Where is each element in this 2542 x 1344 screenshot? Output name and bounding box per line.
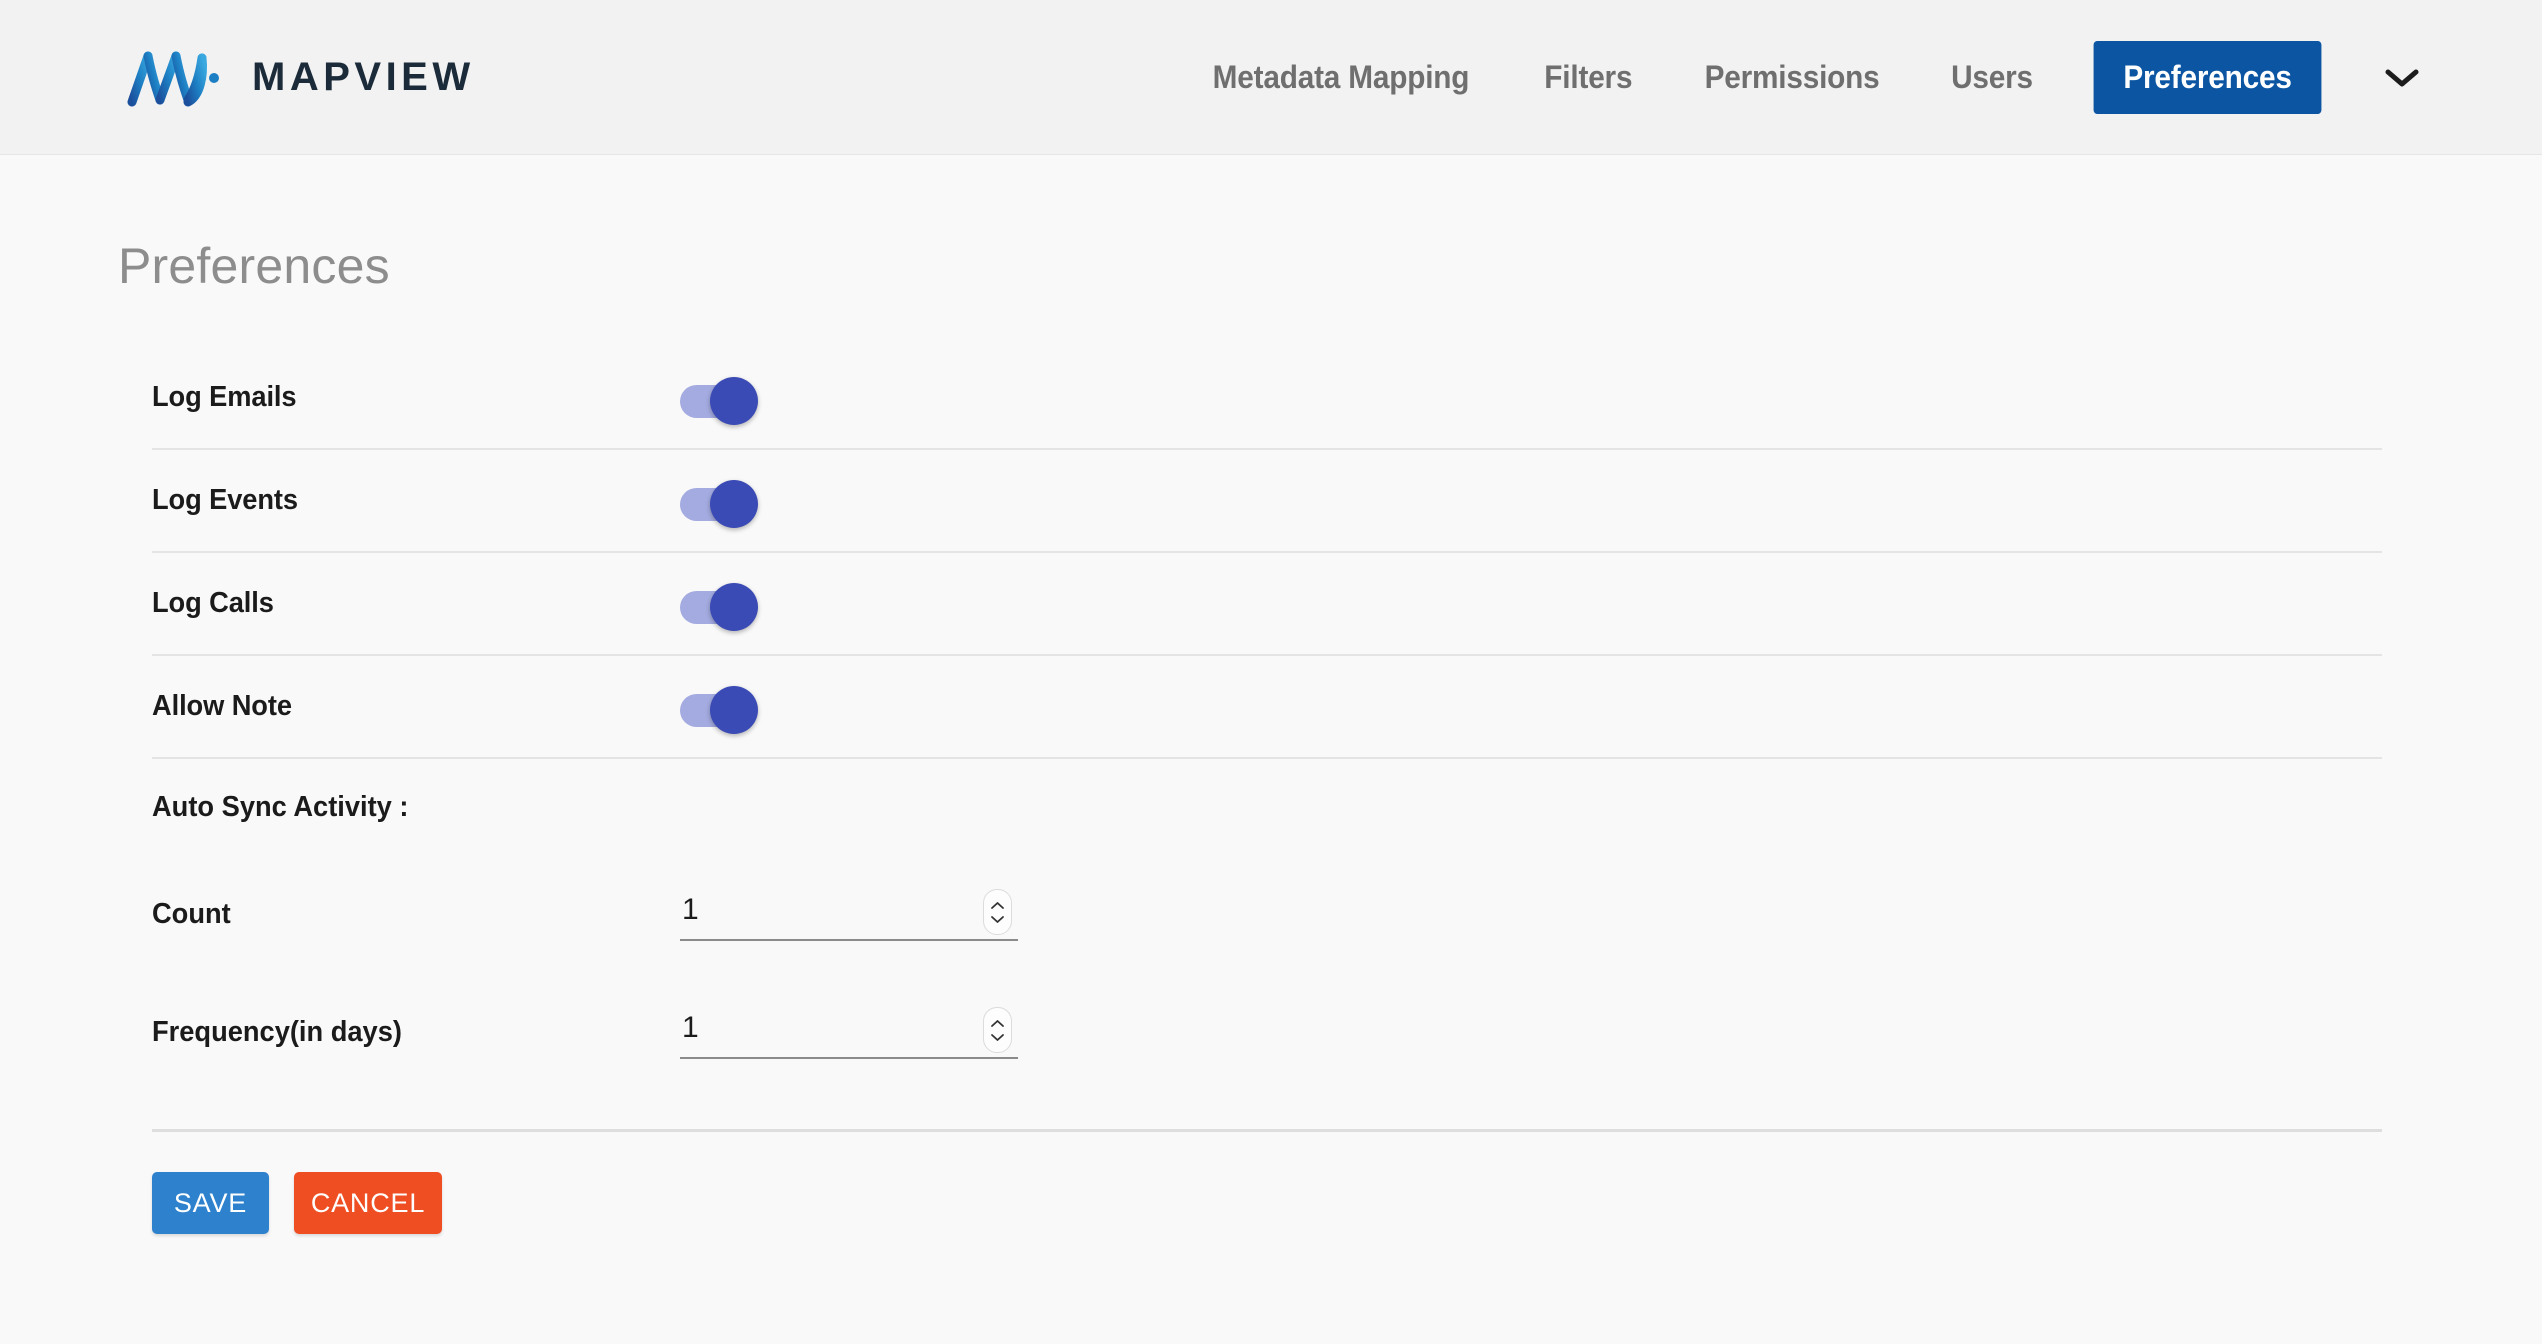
nav-item-metadata-mapping[interactable]: Metadata Mapping (1184, 59, 1498, 96)
nav-item-users[interactable]: Users (1922, 59, 2061, 96)
mapview-m-logo-icon (118, 40, 238, 114)
nav-item-preferences[interactable]: Preferences (2093, 41, 2322, 114)
brand-logo[interactable]: MAPVIEW (118, 40, 475, 114)
preference-label: Log Calls (152, 587, 274, 619)
toggle-thumb (710, 479, 758, 528)
form-actions: SAVE CANCEL (152, 1132, 2382, 1234)
preference-label: Log Events (152, 484, 298, 516)
main-nav: Metadata Mapping Filters Permissions Use… (1172, 0, 2424, 155)
chevron-down-icon[interactable] (2380, 56, 2424, 100)
preference-label: Log Emails (152, 381, 297, 413)
field-row-count: Count (152, 855, 2382, 973)
toggle-log-calls[interactable] (680, 582, 758, 631)
toggle-thumb (710, 376, 758, 425)
count-field-wrapper (680, 887, 1018, 941)
preference-row-log-events: Log Events (152, 450, 2382, 553)
save-button[interactable]: SAVE (152, 1172, 269, 1234)
app-header: MAPVIEW Metadata Mapping Filters Permiss… (0, 0, 2542, 155)
frequency-input[interactable] (680, 1005, 1018, 1059)
toggle-thumb (710, 582, 758, 631)
brand-wordmark: MAPVIEW (252, 55, 475, 99)
frequency-field-wrapper (680, 1005, 1018, 1059)
preferences-page: Preferences Log Emails Log Events Log Ca… (0, 155, 2542, 1234)
toggle-log-emails[interactable] (680, 376, 758, 425)
toggle-log-events[interactable] (680, 479, 758, 528)
auto-sync-label: Auto Sync Activity : (152, 790, 409, 823)
preference-row-log-emails: Log Emails (152, 347, 2382, 450)
toggle-thumb (710, 685, 758, 734)
count-input[interactable] (680, 887, 1018, 941)
nav-item-filters[interactable]: Filters (1516, 59, 1662, 96)
count-stepper[interactable] (983, 889, 1012, 935)
nav-item-permissions[interactable]: Permissions (1676, 59, 1909, 96)
frequency-label: Frequency(in days) (152, 1015, 402, 1048)
preference-row-allow-note: Allow Note (152, 656, 2382, 759)
field-row-frequency: Frequency(in days) (152, 973, 2382, 1091)
preference-label: Allow Note (152, 690, 292, 722)
preference-row-log-calls: Log Calls (152, 553, 2382, 656)
auto-sync-section-header: Auto Sync Activity : (152, 759, 2382, 855)
toggle-allow-note[interactable] (680, 685, 758, 734)
page-title: Preferences (118, 238, 390, 294)
count-label: Count (152, 897, 231, 930)
preferences-form: Log Emails Log Events Log Calls Allow No… (0, 347, 2542, 1234)
frequency-stepper[interactable] (983, 1007, 1012, 1053)
cancel-button[interactable]: CANCEL (294, 1172, 442, 1234)
